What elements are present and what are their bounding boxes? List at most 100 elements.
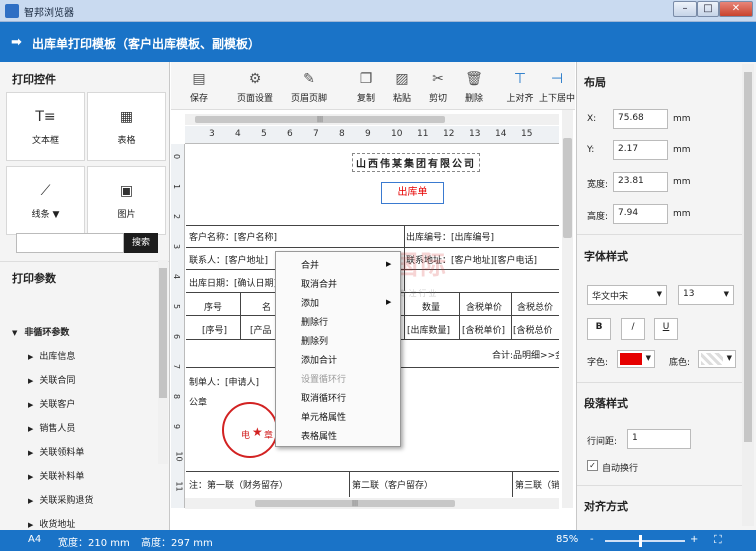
zoom-out-button[interactable]: - [590, 534, 594, 545]
cell-tax-price[interactable]: [含税单价] [462, 323, 505, 336]
page-setup-button[interactable]: ⚙ 页面设置 [233, 62, 277, 110]
cell-seq[interactable]: [序号] [202, 323, 227, 336]
controls-title: 打印控件 [12, 73, 56, 86]
param-search-input[interactable] [16, 233, 124, 253]
zoom-slider-thumb[interactable] [639, 535, 642, 547]
y-input[interactable]: 2.17 [613, 140, 668, 160]
field-outbound-date[interactable]: 出库日期：[确认日期] [189, 276, 277, 289]
align-top-icon: ⊤ [513, 71, 527, 87]
menu-item-cell-properties[interactable]: 单元格属性 [301, 410, 346, 423]
bottom-horizontal-scrollbar[interactable]: ||| [185, 498, 559, 509]
tree-item[interactable]: ▶ 关联客户 [28, 397, 75, 410]
save-button[interactable]: ▤ 保存 [181, 62, 217, 110]
align-top-button[interactable]: ⊤ 上对齐 [503, 62, 537, 110]
font-color-swatch [620, 353, 642, 365]
tree-item[interactable]: ▶ 关联补料单 [28, 469, 84, 482]
menu-item-delete-column[interactable]: 删除列 [301, 334, 328, 347]
line-spacing-input[interactable]: 1 [627, 429, 691, 449]
ruler-tick-label: 7 [313, 129, 319, 139]
search-button[interactable]: 搜索 [124, 233, 158, 253]
font-family-select[interactable]: 华文中宋 ▼ [587, 285, 667, 305]
maximize-button[interactable]: □ [697, 1, 719, 17]
font-color-picker[interactable]: ▼ [617, 350, 655, 368]
cell-product[interactable]: [产品 [250, 323, 272, 336]
cut-button[interactable]: ✂ 剪切 [423, 62, 453, 110]
width-input[interactable]: 23.81 [613, 172, 668, 192]
trash-icon: 🗑 [465, 71, 483, 87]
header-footer-button[interactable]: ✎ 页眉页脚 [287, 62, 331, 110]
top-scroll-thumb[interactable]: ||| [195, 116, 445, 123]
canvas-vscroll-thumb[interactable] [563, 138, 572, 238]
tree-item[interactable]: ▶ 关联合同 [28, 373, 75, 386]
close-button[interactable]: ✕ [719, 1, 753, 17]
menu-item-cancel-loop-row[interactable]: 取消循环行 [301, 391, 346, 404]
top-horizontal-scrollbar[interactable]: ||| [185, 114, 559, 125]
paste-button[interactable]: ▨ 粘贴 [387, 62, 417, 110]
col-header-seq[interactable]: 序号 [204, 300, 222, 313]
triangle-right-icon: ▶ [28, 497, 34, 505]
tree-item[interactable]: ▶ 收货地址 [28, 517, 75, 530]
triangle-right-icon: ▶ [28, 377, 34, 385]
menu-item-table-properties[interactable]: 表格属性 [301, 429, 337, 442]
autowrap-checkbox[interactable]: ✓ [587, 460, 598, 471]
italic-button[interactable]: / [621, 318, 645, 340]
total-row[interactable]: 合计:品明细>>金 [492, 348, 559, 361]
underline-button[interactable]: U [654, 318, 678, 340]
tree-item[interactable]: ▶ 出库信息 [28, 349, 75, 362]
tool-label: 复制 [356, 94, 375, 104]
minimize-button[interactable]: – [673, 1, 697, 17]
status-bar: A4 宽度：210 mm 高度：297 mm 85% - + ⛶ [0, 530, 756, 551]
align-middle-button[interactable]: ⊣ 上下居中 [539, 62, 575, 110]
paste-icon: ▨ [395, 71, 409, 87]
delete-button[interactable]: 🗑 删除 [459, 62, 489, 110]
menu-item-delete-row[interactable]: 删除行 [301, 315, 328, 328]
field-outbound-no[interactable]: 出库编号：[出库编号] [406, 230, 494, 243]
field-applicant[interactable]: 制单人：[申请人] [189, 375, 259, 388]
copy-button[interactable]: ❐ 复制 [351, 62, 381, 110]
properties-scroll-thumb[interactable] [744, 72, 752, 442]
bold-button[interactable]: B [587, 318, 611, 340]
menu-item-set-loop-row: 设置循环行 [301, 375, 347, 385]
x-input[interactable]: 75.68 [613, 109, 668, 129]
col-header-tax-total[interactable]: 含税总价 [517, 300, 553, 313]
chevron-down-icon: ▼ [645, 354, 651, 362]
scissors-icon: ✂ [432, 71, 444, 87]
bottom-scroll-thumb[interactable]: ||| [255, 500, 455, 507]
canvas-vertical-scrollbar[interactable] [562, 110, 573, 508]
cell-qty[interactable]: [出库数量] [407, 323, 450, 336]
control-image[interactable]: ▣ 图片 [87, 166, 166, 235]
footer-copy-3[interactable]: 第三联（销 [515, 478, 559, 491]
menu-item-add-total[interactable]: 添加合计 [301, 353, 337, 366]
fullscreen-icon[interactable]: ⛶ [714, 533, 722, 547]
menu-item-unmerge[interactable]: 取消合并 [301, 277, 337, 290]
tree-root[interactable]: ▼ 非循环参数 [12, 325, 69, 338]
tree-item[interactable]: ▶ 销售人员 [28, 421, 75, 434]
zoom-slider[interactable] [605, 535, 685, 547]
font-size-select[interactable]: 13 ▼ [678, 285, 734, 305]
footer-copy-1[interactable]: 注：第一联（财务留存） [189, 478, 288, 491]
col-header-qty[interactable]: 数量 [422, 300, 440, 313]
tree-item[interactable]: ▶ 关联领料单 [28, 445, 84, 458]
control-line[interactable]: ⟋ 线条 ▼ [6, 166, 85, 235]
footer-copy-2[interactable]: 第二联（客户留存） [352, 478, 433, 491]
zoom-in-button[interactable]: + [690, 534, 698, 545]
tree-item-label: 关联客户 [39, 400, 76, 410]
window-titlebar[interactable]: 智邦浏览器 – □ ✕ [0, 0, 756, 22]
context-menu[interactable]: 合并 ▶ 取消合并 添加 ▶ 删除行 删除列 添加合计 设置循环行 取消循环行 … [275, 251, 401, 447]
menu-item-merge[interactable]: 合并 [301, 258, 319, 271]
tree-item[interactable]: ▶ 关联采购退货 [28, 493, 93, 506]
properties-scrollbar[interactable] [742, 64, 754, 526]
field-contact[interactable]: 联系人：[客户地址] [189, 253, 268, 266]
height-input[interactable]: 7.94 [613, 204, 668, 224]
doc-title-selected[interactable]: 出库单 [381, 182, 444, 204]
control-textbox[interactable]: T≡ 文本框 [6, 92, 85, 161]
tree-scroll-thumb[interactable] [159, 268, 167, 398]
company-title[interactable]: 山西伟某集团有限公司 [352, 153, 480, 172]
col-header-name[interactable]: 名 [262, 300, 271, 313]
menu-item-add[interactable]: 添加 [301, 296, 319, 309]
cell-tax-total[interactable]: [含税总价 [513, 323, 553, 336]
col-header-tax-price[interactable]: 含税单价 [466, 300, 502, 313]
field-customer-name[interactable]: 客户名称：[客户名称] [189, 230, 277, 243]
bg-color-picker[interactable]: ▼ [698, 350, 736, 368]
control-table[interactable]: ▦ 表格 [87, 92, 166, 161]
